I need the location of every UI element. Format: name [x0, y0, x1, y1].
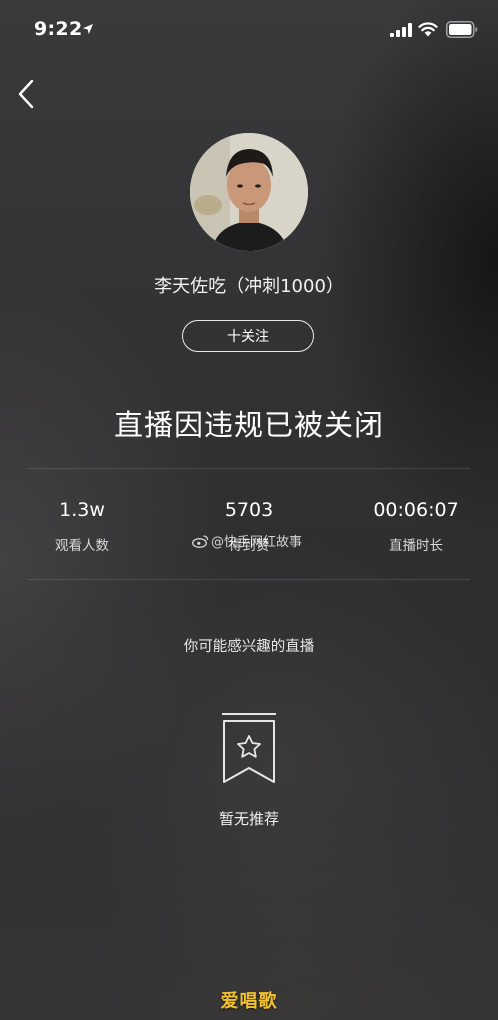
chevron-left-icon [18, 79, 34, 109]
no-recommendations-text: 暂无推荐 [218, 810, 279, 828]
stream-closed-message: 直播因违规已被关闭 [113, 408, 384, 442]
avatar-photo [190, 133, 308, 251]
bookmark-star-icon [222, 713, 276, 783]
stat-viewers: 1.3w 观看人数 [7, 496, 157, 554]
viewers-label: 观看人数 [55, 538, 109, 554]
follow-button[interactable]: 十关注 [182, 320, 314, 352]
cellular-signal-icon [390, 23, 412, 37]
stat-duration: 00:06:07 直播时长 [341, 496, 491, 554]
overlay-watermark: @快手网红故事 [192, 531, 302, 550]
weibo-icon [192, 534, 209, 548]
viewers-count: 1.3w [59, 499, 105, 521]
recommendations-heading: 你可能感兴趣的直播 [183, 639, 315, 655]
duration-value: 00:06:07 [373, 499, 459, 521]
bottom-watermark: 爱唱歌 [220, 991, 278, 1012]
streamer-name: 李天佐吃（冲刺1000） [154, 276, 344, 297]
divider [28, 468, 470, 469]
wifi-icon [418, 22, 438, 37]
battery-icon [446, 21, 478, 38]
likes-count: 5703 [224, 499, 274, 521]
status-time: 9:22 [34, 18, 83, 40]
watermark-text: @快手网红故事 [211, 535, 303, 550]
duration-label: 直播时长 [389, 538, 443, 554]
avatar[interactable] [190, 133, 308, 251]
divider [28, 579, 470, 580]
location-arrow-icon [83, 24, 93, 34]
back-button[interactable] [10, 74, 42, 114]
status-bar: 9:22 [0, 0, 498, 60]
